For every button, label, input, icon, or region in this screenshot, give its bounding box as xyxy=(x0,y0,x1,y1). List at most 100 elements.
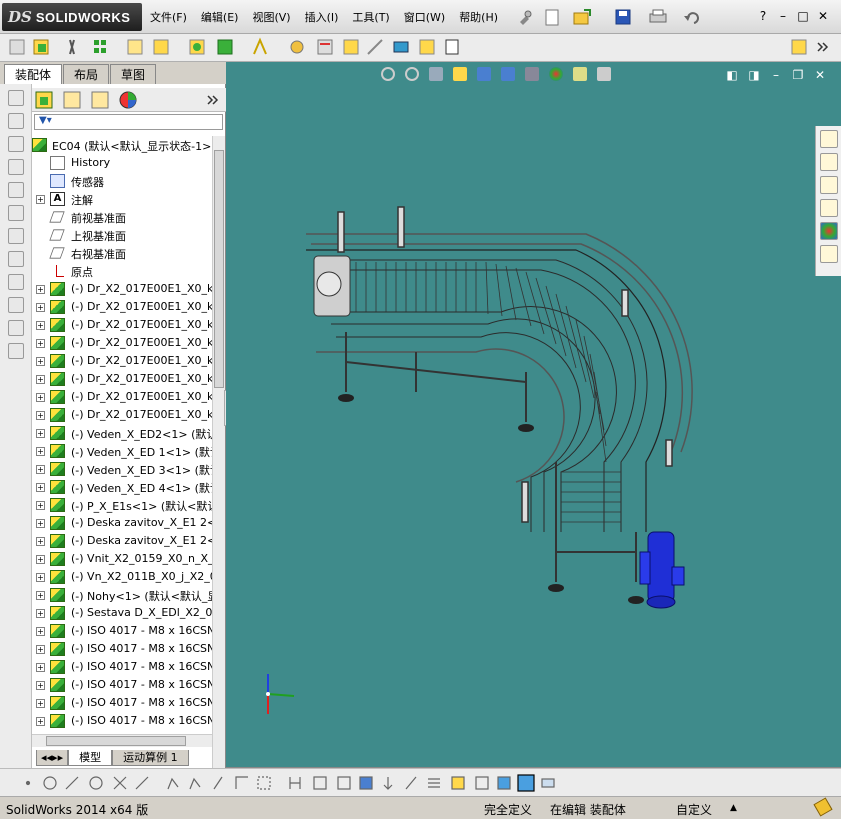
menu-file[interactable]: 文件(F) xyxy=(150,9,187,25)
tree-item[interactable]: + (-) Nohy<1> (默认<默认_显 xyxy=(32,586,212,604)
solidworks-logo[interactable]: DS SOLIDWORKS xyxy=(2,3,142,31)
print-icon[interactable] xyxy=(649,9,667,23)
instant3d-icon[interactable] xyxy=(393,41,409,53)
new-document-icon[interactable] xyxy=(545,9,559,26)
corner-rectangle-icon[interactable] xyxy=(235,776,248,789)
layers-icon[interactable] xyxy=(428,778,440,788)
tree-item[interactable]: + (-) Sestava D_X_EDl_X2_016 xyxy=(32,604,212,622)
move-entities-icon[interactable] xyxy=(383,777,393,790)
pin-icon[interactable] xyxy=(520,10,532,25)
scrollbar-thumb[interactable] xyxy=(214,150,224,388)
circle-icon[interactable] xyxy=(43,776,57,790)
dimension-icon[interactable] xyxy=(289,777,301,789)
tag-icon[interactable] xyxy=(813,797,833,817)
tree-item[interactable]: + (-) Vn_X2_011B_X0_j_X2_01 xyxy=(32,568,212,586)
tree-item[interactable]: + (-) Deska zavitov_X_E1 2<1> xyxy=(32,514,212,532)
expand-toggle-icon[interactable]: + xyxy=(36,447,45,456)
isometric-view-icon[interactable] xyxy=(8,228,24,244)
expand-toggle-icon[interactable]: + xyxy=(36,681,45,690)
feature-manager-tab-icon[interactable] xyxy=(35,91,53,109)
tab-sketch[interactable]: 草图 xyxy=(110,64,157,84)
relations-icon[interactable] xyxy=(337,776,351,790)
scrollbar-thumb[interactable] xyxy=(46,736,186,746)
tree-item[interactable]: + A 注解 xyxy=(32,190,212,208)
take-snapshot-icon[interactable] xyxy=(445,39,459,55)
expand-toggle-icon[interactable]: + xyxy=(36,609,45,618)
3d-box-icon[interactable] xyxy=(475,776,489,790)
trim-icon[interactable] xyxy=(113,776,127,790)
tree-item[interactable]: + (-) Veden_X_ED 1<1> (默认< xyxy=(32,442,212,460)
funnel-icon[interactable]: ▼▾ xyxy=(39,115,52,126)
update-speedpak-icon[interactable] xyxy=(419,39,435,55)
offset-icon[interactable] xyxy=(213,776,223,790)
block-icon[interactable] xyxy=(451,776,465,790)
tree-item[interactable]: + (-) ISO 4017 - M8 x 16CSN El xyxy=(32,658,212,676)
tab-layout[interactable]: 布局 xyxy=(63,64,110,84)
display-manager-tab-icon[interactable] xyxy=(119,91,137,109)
assembly-features-icon[interactable] xyxy=(217,39,233,55)
tree-item[interactable]: + (-) ISO 4017 - M8 x 16CSN El xyxy=(32,640,212,658)
expand-toggle-icon[interactable]: + xyxy=(36,357,45,366)
tab-model[interactable]: 模型 xyxy=(68,750,113,766)
smart-dimension-icon[interactable] xyxy=(8,274,24,290)
graphics-area[interactable]: ◧ ◨ – ❐ ✕ xyxy=(226,62,841,768)
bill-of-materials-icon[interactable] xyxy=(317,39,333,55)
back-view-icon[interactable] xyxy=(8,113,24,129)
file-explorer-icon[interactable] xyxy=(819,176,838,194)
help-button[interactable]: ? xyxy=(753,9,773,23)
tree-item[interactable]: + (-) Dr_X2_017E00E1_X0_k<3> xyxy=(32,316,212,334)
menu-edit[interactable]: 编辑(E) xyxy=(201,9,239,25)
tab-assembly[interactable]: 装配体 xyxy=(4,64,63,84)
tree-item[interactable]: + (-) Dr_X2_017E00E1_X0_k<7> xyxy=(32,388,212,406)
tree-horizontal-scrollbar[interactable] xyxy=(32,734,212,747)
shaded-box-icon[interactable] xyxy=(497,776,511,790)
expand-toggle-icon[interactable]: + xyxy=(36,429,45,438)
tree-item[interactable]: + (-) Dr_X2_017E00E1_X0_k<8> xyxy=(32,406,212,424)
tree-item[interactable]: 原点 xyxy=(32,262,212,280)
explode-line-sketch-icon[interactable] xyxy=(367,39,383,55)
menu-help[interactable]: 帮助(H) xyxy=(459,9,498,25)
expand-toggle-icon[interactable]: + xyxy=(36,537,45,546)
check-sketch-icon[interactable] xyxy=(359,776,373,790)
top-view-icon[interactable] xyxy=(8,182,24,198)
close-button[interactable]: ✕ xyxy=(813,9,833,23)
tree-item[interactable]: + (-) Veden_X_ED2<1> (默认< xyxy=(32,424,212,442)
exploded-view-icon[interactable] xyxy=(343,39,359,55)
expand-panel-icon[interactable] xyxy=(207,95,219,105)
new-motion-study-icon[interactable] xyxy=(290,40,304,54)
menu-view[interactable]: 视图(V) xyxy=(252,9,290,25)
tree-item[interactable]: History xyxy=(32,154,212,172)
tree-item[interactable]: 右视基准面 xyxy=(32,244,212,262)
custom-properties-icon[interactable] xyxy=(819,245,838,263)
property-manager-tab-icon[interactable] xyxy=(63,91,81,109)
bottom-view-icon[interactable] xyxy=(8,205,24,221)
expand-toggle-icon[interactable]: + xyxy=(36,645,45,654)
expand-toggle-icon[interactable]: + xyxy=(36,483,45,492)
expand-toggle-icon[interactable]: + xyxy=(36,321,45,330)
new-part-icon[interactable] xyxy=(33,39,49,55)
sketch-icon[interactable] xyxy=(8,251,24,267)
expand-toggle-icon[interactable]: + xyxy=(36,375,45,384)
units-dropdown-icon[interactable]: ▲ xyxy=(730,803,737,813)
tree-item[interactable]: + (-) Veden_X_ED 3<1> (默认< xyxy=(32,460,212,478)
large-design-review-icon[interactable] xyxy=(791,39,807,55)
expand-toggle-icon[interactable]: + xyxy=(36,573,45,582)
insert-component-icon[interactable] xyxy=(9,39,25,55)
tree-item[interactable]: + (-) Dr_X2_017E00E1_X0_k<6> xyxy=(32,370,212,388)
expand-toggle-icon[interactable]: + xyxy=(36,465,45,474)
expand-toggle-icon[interactable]: + xyxy=(36,411,45,420)
sketch-fillet-icon[interactable] xyxy=(167,777,179,790)
tree-vertical-scrollbar[interactable] xyxy=(212,136,225,796)
link-views-icon[interactable] xyxy=(8,343,24,359)
undo-icon[interactable] xyxy=(684,12,699,24)
configuration-manager-tab-icon[interactable] xyxy=(91,91,109,109)
left-view-icon[interactable] xyxy=(8,136,24,152)
expand-toggle-icon[interactable]: + xyxy=(36,663,45,672)
conveyor-3d-model[interactable] xyxy=(226,62,841,768)
tree-item[interactable]: + (-) ISO 4017 - M8 x 16CSN El xyxy=(32,676,212,694)
mate-icon[interactable] xyxy=(69,39,75,55)
expand-toggle-icon[interactable]: + xyxy=(36,285,45,294)
tab-nav-arrows[interactable]: ◂◂▸▸ xyxy=(36,750,69,766)
tree-item[interactable]: + (-) Dr_X2_017E00E1_X0_k<4> xyxy=(32,334,212,352)
view-palette-icon[interactable] xyxy=(819,199,838,217)
